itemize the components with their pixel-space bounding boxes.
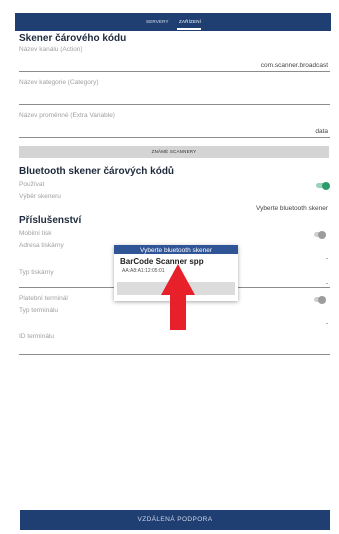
remote-support-button-label: VZDÁLENÁ PODPORA: [137, 516, 213, 523]
red-arrow-annotation: [161, 264, 195, 330]
remote-support-button[interactable]: VZDÁLENÁ PODPORA: [20, 510, 330, 530]
arrow-up-icon: [161, 264, 195, 330]
